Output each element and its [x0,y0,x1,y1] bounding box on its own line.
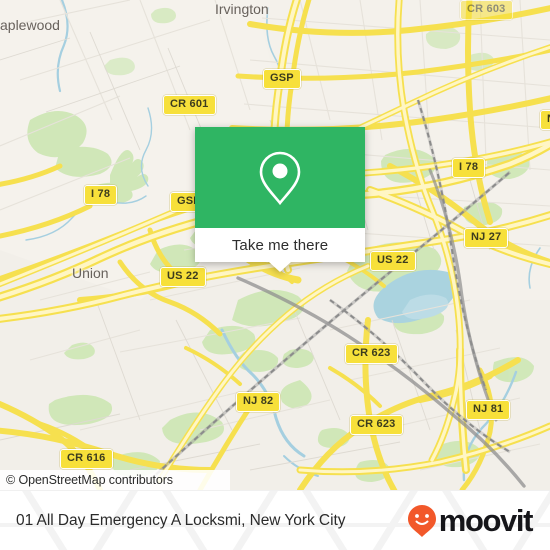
road-shield-nj-partial: NJ [540,110,550,130]
road-shield-cr-616: CR 616 [60,449,113,469]
road-shield-nj-82: NJ 82 [236,392,281,412]
map-screenshot-root: .rd { stroke:#f6e04f; fill:none; stroke-… [0,0,550,550]
footer-bar: 01 All Day Emergency A Locksmi, New York… [0,490,550,550]
place-label: aplewood [0,17,60,33]
road-shield-us-22-east: US 22 [370,251,416,271]
road-shield-cr-601: CR 601 [163,95,216,115]
road-shield-gsp-north: GSP [263,69,301,89]
place-label: Union [72,265,109,281]
road-shield-cr-623-north: CR 623 [345,344,398,364]
road-shield-nj-27: NJ 27 [464,228,509,248]
location-popup-card[interactable]: Take me there [195,127,365,272]
popup-header [195,127,365,228]
road-shield-cr-603: CR 603 [460,0,513,20]
road-shield-i-78-east: I 78 [452,158,486,178]
road-shield-us-22-west: US 22 [160,267,206,287]
map-pin-icon [259,151,301,205]
moovit-brand[interactable]: moovit [407,503,534,538]
moovit-smiley-pin-icon [407,504,436,537]
popup-action-bar[interactable]: Take me there [195,228,365,272]
page-title: 01 All Day Emergency A Locksmi, New York… [16,511,346,529]
moovit-wordmark: moovit [438,503,534,538]
road-shield-i-78-west: I 78 [84,185,118,205]
popup-pointer [269,262,291,272]
road-shield-nj-81: NJ 81 [466,400,511,420]
place-label: Irvington [215,1,269,17]
road-shield-cr-623-south: CR 623 [350,415,403,435]
map-attribution[interactable]: © OpenStreetMap contributors [0,470,230,490]
take-me-there-button[interactable]: Take me there [232,237,328,254]
